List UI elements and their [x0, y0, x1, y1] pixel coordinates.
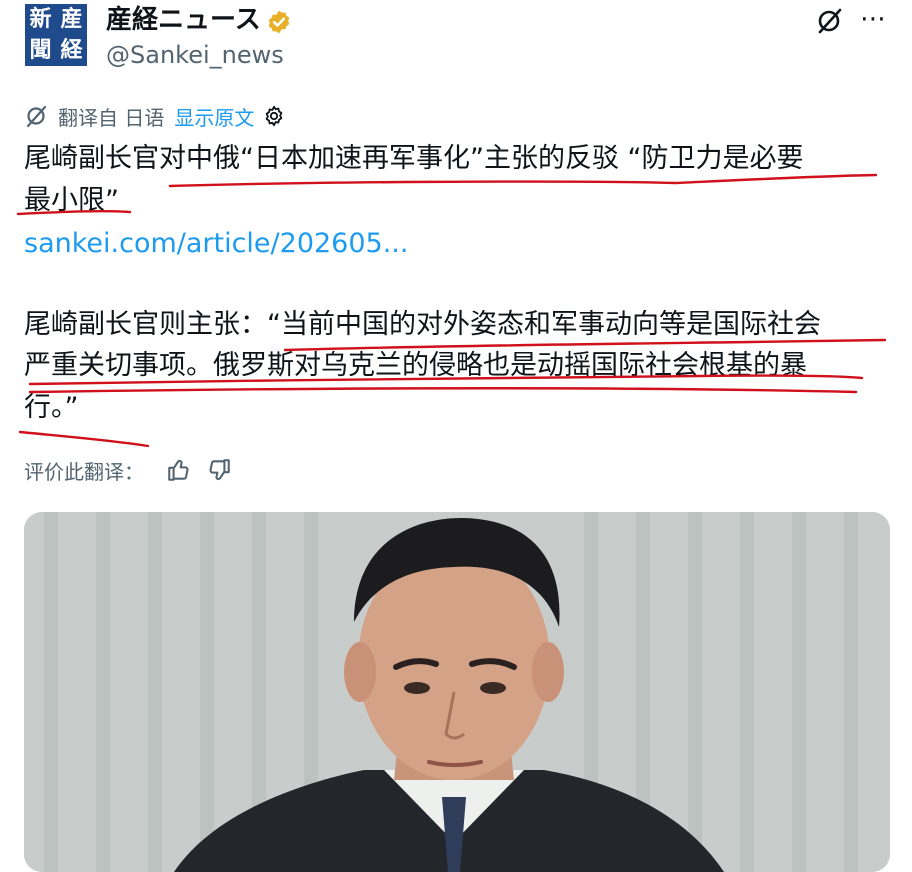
rate-translation-label: 评价此翻译：	[24, 459, 144, 484]
more-icon[interactable]: ⋯	[860, 2, 887, 36]
body-line: 行。”	[24, 392, 79, 423]
article-link[interactable]: sankei.com/article/202605...	[24, 224, 408, 264]
show-original-link[interactable]: 显示原文	[174, 102, 254, 131]
body-line: 尾崎副长官则主张：“当前中国的对外姿态和军事动向等是国际社会	[24, 309, 821, 340]
avatar-char: 聞	[29, 37, 52, 63]
body-line: 严重关切事项。俄罗斯对乌克兰的侵略也是动摇国际社会根基的暴	[24, 350, 807, 381]
translation-label: 翻译自 日语	[58, 105, 165, 130]
avatar-char: 新	[29, 6, 52, 32]
author-handle[interactable]: @Sankei_news	[106, 38, 284, 72]
translation-row: 翻译自 日语 显示原文	[24, 101, 286, 131]
avatar-char: 産	[60, 6, 83, 32]
grok-icon[interactable]	[815, 6, 845, 36]
thumbs-up-icon[interactable]	[166, 457, 192, 483]
verified-badge-icon	[268, 10, 290, 34]
avatar[interactable]: 新 産 聞 経	[25, 4, 87, 66]
gear-icon[interactable]	[262, 104, 286, 128]
portrait-image	[24, 512, 890, 872]
headline-line: 尾崎副长官对中俄“日本加速再军事化”主张的反驳 “防卫力是必要	[24, 143, 804, 174]
translate-icon	[26, 105, 47, 128]
display-name[interactable]: 産経ニュース	[106, 2, 261, 38]
media-photo[interactable]	[24, 512, 890, 872]
rate-translation-row: 评价此翻译：	[24, 452, 232, 488]
avatar-char: 経	[60, 37, 83, 63]
thumbs-down-icon[interactable]	[206, 457, 232, 483]
headline-line: 最小限”	[24, 185, 119, 216]
